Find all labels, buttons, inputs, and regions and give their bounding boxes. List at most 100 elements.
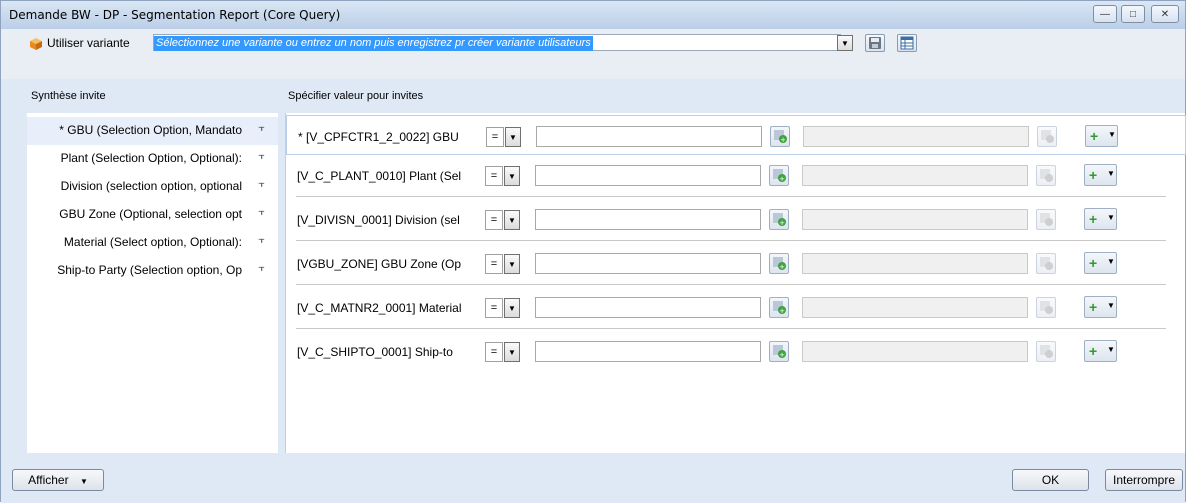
manage-variants-button[interactable] [897,34,917,52]
value-help-button[interactable]: + [769,341,789,362]
high-value-help-button [1036,165,1056,186]
svg-text:+: + [779,219,785,227]
chevron-down-icon: ▼ [1107,345,1115,354]
add-condition-button[interactable]: + ▼ [1084,208,1117,230]
chevron-down-icon: ▼ [1107,169,1115,178]
operator-dropdown-button[interactable]: ▼ [504,254,520,274]
low-value-input[interactable] [535,165,761,186]
chevron-down-icon: ▼ [509,132,517,142]
chevron-down-icon: ▼ [1107,213,1115,222]
prompt-summary-header: Synthèse invite [31,90,106,102]
value-help-button[interactable]: + [770,126,790,147]
operator-select[interactable]: = [485,298,503,318]
value-help-icon [1040,345,1053,358]
operator-dropdown-button[interactable]: ▼ [504,298,520,318]
low-value-input[interactable] [535,341,761,362]
prompt-row-plant: [V_C_PLANT_0010] Plant (Sel = ▼ + + ▼ [286,155,1186,195]
cancel-button[interactable]: Interrompre [1105,469,1183,491]
chevron-down-icon: ▼ [1107,257,1115,266]
pin-icon[interactable]: ⫟ [258,234,265,247]
operator-select[interactable]: = [485,254,503,274]
variant-input[interactable]: Sélectionnez une variante ou entrez un n… [153,34,841,51]
prompt-item-label: GBU Zone (Optional, selection opt [59,207,242,221]
high-value-input [802,341,1028,362]
variant-dropdown-button[interactable]: ▼ [837,35,853,51]
title-bar: Demande BW - DP - Segmentation Report (C… [1,1,1185,29]
add-condition-button[interactable]: + ▼ [1085,125,1118,147]
operator-select[interactable]: = [485,166,503,186]
prompt-row-material: [V_C_MATNR2_0001] Material = ▼ + + ▼ [286,287,1186,327]
pin-icon[interactable]: ⫟ [258,122,265,135]
operator-select[interactable]: = [486,127,504,147]
value-help-button[interactable]: + [769,209,789,230]
pin-icon[interactable]: ⫟ [258,150,265,163]
chevron-down-icon: ▼ [508,303,516,313]
value-help-icon [1040,257,1053,270]
add-condition-button[interactable]: + ▼ [1084,340,1117,362]
prompt-item-gbu[interactable]: * GBU (Selection Option, Mandato ⫟ [27,117,278,145]
chevron-down-icon: ▼ [79,477,88,486]
value-help-icon: + [774,130,787,144]
svg-text:+: + [779,307,785,315]
low-value-input[interactable] [536,126,762,147]
high-value-help-button [1037,126,1057,147]
value-help-icon: + [773,301,786,315]
value-help-button[interactable]: + [769,297,789,318]
row-divider [296,196,1166,197]
prompt-item-gbu-zone[interactable]: GBU Zone (Optional, selection opt ⫟ [27,201,278,229]
prompt-row-name: [V_C_SHIPTO_0001] Ship-to [297,345,453,359]
ok-button[interactable]: OK [1012,469,1089,491]
chevron-down-icon: ▼ [1108,130,1116,139]
high-value-input [802,209,1028,230]
pin-icon[interactable]: ⫟ [258,262,265,275]
operator-select[interactable]: = [485,342,503,362]
prompt-item-label: * GBU (Selection Option, Mandato [59,123,242,137]
prompt-item-plant[interactable]: Plant (Selection Option, Optional): ⫟ [27,145,278,173]
operator-select[interactable]: = [485,210,503,230]
operator-dropdown-button[interactable]: ▼ [504,210,520,230]
row-divider [296,240,1166,241]
prompt-item-division[interactable]: Division (selection option, optional ⫟ [27,173,278,201]
value-help-button[interactable]: + [769,165,789,186]
prompt-row-name: [V_C_MATNR2_0001] Material [297,301,462,315]
operator-dropdown-button[interactable]: ▼ [505,127,521,147]
minimize-icon: — [1100,8,1110,20]
prompt-row-gbu-zone: [VGBU_ZONE] GBU Zone (Op = ▼ + + ▼ [286,243,1186,283]
save-variant-button[interactable] [865,34,885,52]
table-icon [900,36,914,50]
chevron-down-icon: ▼ [841,38,849,48]
prompt-item-material[interactable]: Material (Select option, Optional): ⫟ [27,229,278,257]
operator-dropdown-button[interactable]: ▼ [504,342,520,362]
close-button[interactable]: ✕ [1151,5,1179,23]
pin-icon[interactable]: ⫟ [258,206,265,219]
plus-icon: + [1089,299,1098,315]
chevron-down-icon: ▼ [1107,301,1115,310]
value-help-icon [1040,301,1053,314]
operator-dropdown-button[interactable]: ▼ [504,166,520,186]
value-help-icon [1040,169,1053,182]
value-help-icon: + [773,257,786,271]
plus-icon: + [1089,343,1098,359]
maximize-button[interactable]: □ [1121,5,1145,23]
value-help-button[interactable]: + [769,253,789,274]
prompt-row-name: [V_DIVISN_0001] Division (sel [297,213,460,227]
low-value-input[interactable] [535,253,761,274]
high-value-input [803,126,1029,147]
value-help-icon [1040,213,1053,226]
prompt-item-ship-to[interactable]: Ship-to Party (Selection option, Op ⫟ [27,257,278,285]
minimize-button[interactable]: — [1093,5,1117,23]
show-menu-button[interactable]: Afficher ▼ [12,469,104,491]
variant-bar: Utiliser variante Sélectionnez une varia… [1,29,1185,79]
save-icon [869,37,881,49]
plus-icon: + [1089,167,1098,183]
value-help-icon: + [773,345,786,359]
variant-input-text: Sélectionnez une variante ou entrez un n… [154,36,593,51]
prompt-row-name: [V_C_PLANT_0010] Plant (Sel [297,169,462,183]
plus-icon: + [1090,128,1099,144]
low-value-input[interactable] [535,209,761,230]
add-condition-button[interactable]: + ▼ [1084,164,1117,186]
pin-icon[interactable]: ⫟ [258,178,265,191]
add-condition-button[interactable]: + ▼ [1084,296,1117,318]
low-value-input[interactable] [535,297,761,318]
add-condition-button[interactable]: + ▼ [1084,252,1117,274]
